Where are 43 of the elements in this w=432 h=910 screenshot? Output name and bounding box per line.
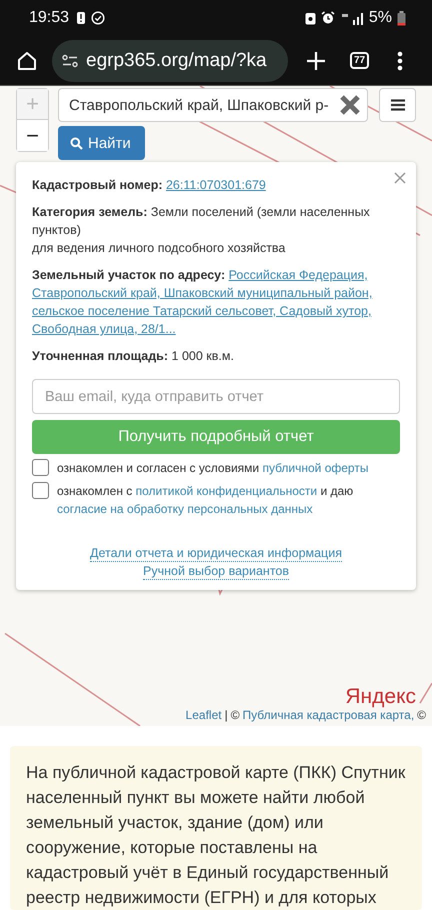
copyright-sign: © [417, 708, 426, 722]
consent-text: ознакомлен с политикой конфиденциальности и даю согласие на обработку персональных данных [57, 483, 354, 518]
more-options-icon[interactable] [397, 50, 404, 71]
consent-text: ознакомлен и согласен с условиями публичной оферты [57, 460, 368, 477]
clear-icon[interactable] [339, 94, 361, 116]
consent-link[interactable]: политикой конфиденциальности [136, 484, 318, 498]
new-tab-icon[interactable] [306, 50, 326, 71]
battery-icon [397, 10, 406, 26]
field-text: Категория земель: Земли поселений (земли населенных пунктов) для ведения личного подсобного хозяйства [32, 204, 371, 257]
battery-level: 5% [368, 9, 392, 28]
url-text: egrp365.org/map/?ka [86, 50, 267, 72]
address-bar[interactable]: egrp365.org/map/?ka [52, 40, 288, 82]
site-settings-icon[interactable] [62, 54, 78, 68]
check-circle-icon [91, 11, 106, 26]
source-link[interactable]: Публичная кадастровая карта, [242, 708, 414, 722]
checkbox[interactable] [32, 482, 49, 499]
field-text: Кадастровый номер: 26:11:070301:679 [32, 177, 267, 194]
find-button[interactable]: Найти [58, 126, 145, 160]
map-logo: Яндекс [345, 686, 416, 708]
attribution-separator: | [224, 708, 228, 722]
consent-link[interactable]: публичной оферты [262, 461, 368, 475]
menu-button[interactable] [379, 88, 416, 122]
email-field[interactable]: Ваш email, куда отправить отчет [32, 379, 400, 414]
copyright-sign: © [230, 708, 240, 722]
article-text: На публичной кадастровой карте (ПКК) Спутник населенный пункт вы можете найти любой земельный участок, здание (дом) или сооружение, которые поставлены на кадастровый учёт в Единый государственный реестр недвижимости (ЕГРН) и для которых [26, 762, 406, 909]
close-icon[interactable] [394, 172, 406, 184]
status-time: 19:53 [29, 9, 70, 28]
search-field[interactable]: Ставропольский край, Шпаковский р- [58, 88, 368, 122]
popup-link[interactable]: Детали отчета и юридическая информация [90, 545, 342, 562]
popup-link[interactable]: Ручной выбор вариантов [143, 563, 289, 580]
signal-icon [340, 12, 364, 25]
alarm-icon [320, 11, 335, 26]
field-text: Земельный участок по адресу: Российская Федерация, Ставропольский край, Шпаковский муниципальный район, сельское поселение Татарский сельсовет, Садовый хутор, Свободная улица, 28/1... [32, 267, 374, 338]
home-icon[interactable] [16, 50, 38, 72]
checkbox[interactable] [32, 459, 49, 476]
search-icon [70, 136, 83, 150]
leaflet-link[interactable]: Leaflet [186, 708, 222, 722]
get-report-button[interactable]: Получить подробный отчет [32, 420, 400, 454]
tab-count-button[interactable]: 77 [350, 52, 370, 70]
notification-icon [76, 11, 86, 26]
menu-icon[interactable] [390, 99, 404, 111]
field-text: Уточненная площадь: 1 000 кв.м. [32, 348, 235, 365]
consent-link[interactable]: согласие на обработку персональных данных [57, 502, 313, 516]
